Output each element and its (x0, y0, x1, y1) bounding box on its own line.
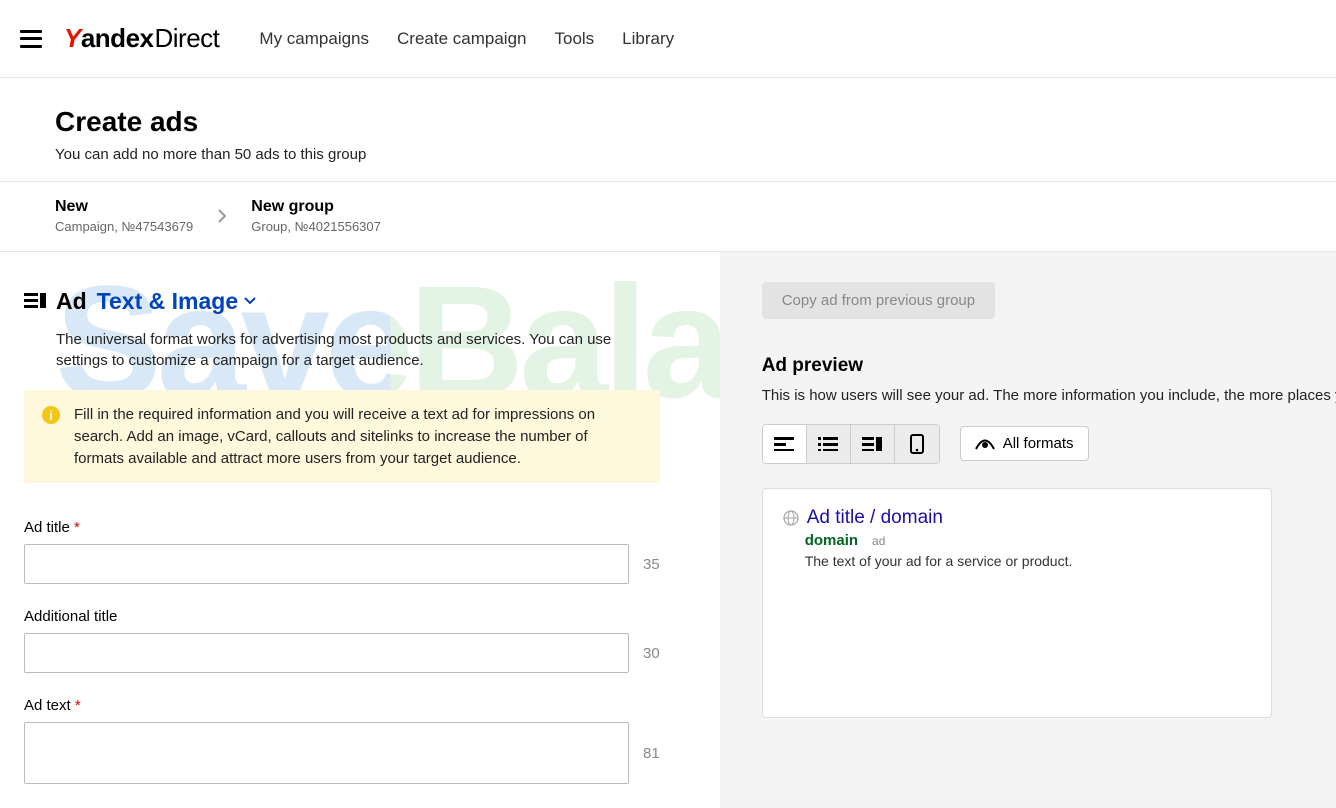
left-panel: Ad Text & Image The universal format wor… (0, 252, 720, 808)
crumb-group-name: New group (251, 196, 381, 218)
label-ad-text: Ad text * (24, 697, 660, 714)
main-content: Ad Text & Image The universal format wor… (0, 252, 1336, 808)
input-ad-title[interactable] (24, 544, 629, 584)
ad-label: Ad (56, 288, 87, 315)
crumb-campaign-name: New (55, 196, 193, 218)
format-text-icon[interactable] (763, 425, 807, 463)
preview-domain: domain (805, 532, 858, 549)
preview-card: Ad title / domain domain ad The text of … (762, 488, 1272, 718)
logo-andex: andex (81, 23, 154, 54)
format-list-icon[interactable] (807, 425, 851, 463)
chevron-down-icon (244, 297, 256, 305)
format-mobile-icon[interactable] (895, 425, 939, 463)
info-box: i Fill in the required information and y… (24, 390, 660, 483)
all-formats-button[interactable]: All formats (960, 426, 1089, 461)
crumb-group[interactable]: New group Group, №4021556307 (251, 196, 381, 237)
logo-direct: Direct (155, 23, 220, 54)
field-additional-title: Additional title 30 (24, 608, 660, 673)
count-ad-text: 81 (643, 745, 660, 762)
preview-toolbar: All formats (762, 424, 1336, 464)
preview-heading: Ad preview (762, 355, 1336, 377)
crumb-group-id: Group, №4021556307 (251, 218, 381, 236)
top-header: YandexDirect My campaigns Create campaig… (0, 0, 1336, 78)
top-nav: My campaigns Create campaign Tools Libra… (259, 29, 674, 49)
count-additional-title: 30 (643, 645, 660, 662)
ad-type-dropdown[interactable]: Text & Image (97, 288, 256, 315)
field-ad-text: Ad text * 81 (24, 697, 660, 784)
copy-ad-button[interactable]: Copy ad from previous group (762, 282, 995, 319)
globe-icon (783, 510, 799, 526)
nav-tools[interactable]: Tools (554, 29, 594, 49)
list-icon (24, 292, 46, 310)
logo-y: Y (64, 23, 81, 54)
all-formats-label: All formats (1003, 435, 1074, 452)
preview-title: Ad title / domain (807, 507, 943, 529)
ad-type-label: Text & Image (97, 288, 238, 315)
page-title: Create ads (55, 106, 1336, 138)
chevron-right-icon (217, 209, 227, 223)
logo[interactable]: YandexDirect (64, 23, 219, 54)
preview-ad-tag: ad (872, 534, 885, 548)
nav-create-campaign[interactable]: Create campaign (397, 29, 526, 49)
crumb-campaign-id: Campaign, №47543679 (55, 218, 193, 236)
preview-subtext: This is how users will see your ad. The … (762, 387, 1336, 404)
right-panel: Copy ad from previous group Ad preview T… (720, 252, 1336, 808)
input-additional-title[interactable] (24, 633, 629, 673)
nav-library[interactable]: Library (622, 29, 674, 49)
label-ad-title: Ad title * (24, 519, 660, 536)
info-icon: i (42, 406, 60, 424)
ad-heading: Ad Text & Image (24, 288, 660, 315)
ad-description: The universal format works for advertisi… (56, 329, 660, 373)
format-image-icon[interactable] (851, 425, 895, 463)
field-ad-title: Ad title * 35 (24, 519, 660, 584)
info-message: Fill in the required information and you… (74, 404, 642, 469)
menu-icon[interactable] (20, 30, 42, 48)
label-additional-title: Additional title (24, 608, 660, 625)
crumb-campaign[interactable]: New Campaign, №47543679 (55, 196, 193, 237)
title-bar: Create ads You can add no more than 50 a… (0, 78, 1336, 182)
nav-my-campaigns[interactable]: My campaigns (259, 29, 369, 49)
page-subtitle: You can add no more than 50 ads to this … (55, 146, 1336, 163)
count-ad-title: 35 (643, 556, 660, 573)
preview-text: The text of your ad for a service or pro… (805, 553, 1251, 569)
preview-format-segment (762, 424, 940, 464)
input-ad-text[interactable] (24, 722, 629, 784)
breadcrumb: New Campaign, №47543679 New group Group,… (0, 182, 1336, 252)
eye-icon (975, 438, 995, 450)
